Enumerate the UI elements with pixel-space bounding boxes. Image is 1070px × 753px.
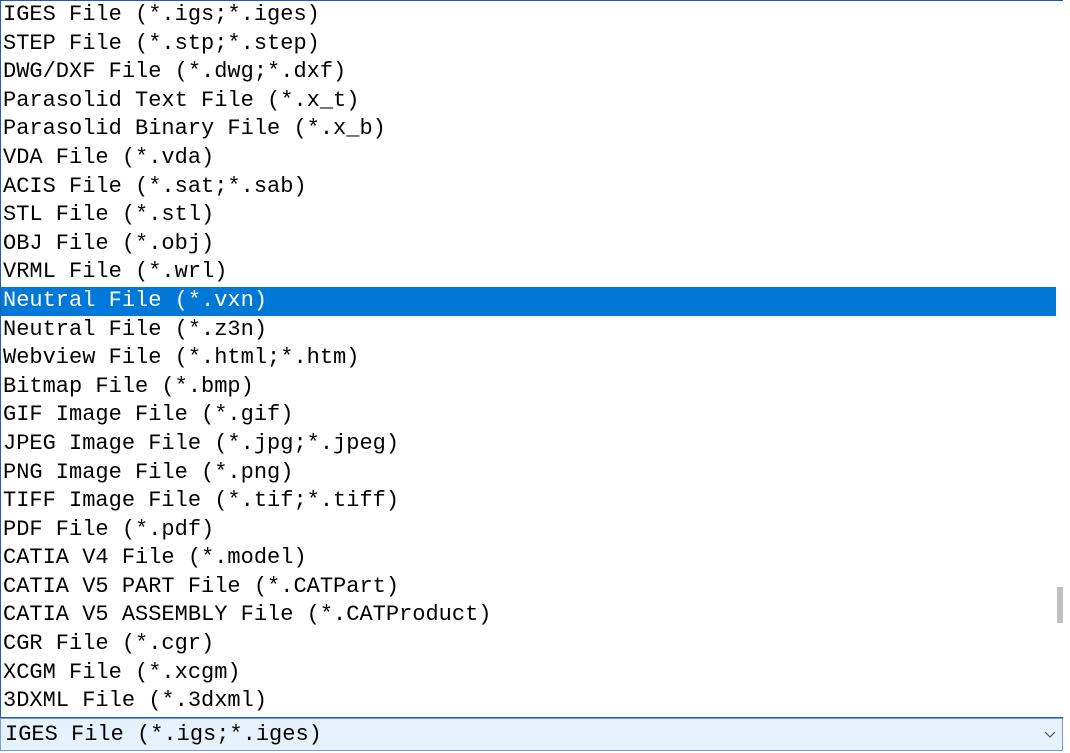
list-item[interactable]: CATIA V5 ASSEMBLY File (*.CATProduct) — [1, 601, 1056, 630]
list-item[interactable]: TIFF Image File (*.tif;*.tiff) — [1, 487, 1056, 516]
list-item[interactable]: ACIS File (*.sat;*.sab) — [1, 173, 1056, 202]
list-item[interactable]: JPEG Image File (*.jpg;*.jpeg) — [1, 430, 1056, 459]
combobox-selected-value: IGES File (*.igs;*.iges) — [1, 719, 1038, 750]
list-item[interactable]: CATIA V4 File (*.model) — [1, 544, 1056, 573]
list-item[interactable]: DWG/DXF File (*.dwg;*.dxf) — [1, 58, 1056, 87]
list-item[interactable]: Parasolid Binary File (*.x_b) — [1, 115, 1056, 144]
list-scroll-area: IGES File (*.igs;*.iges) STEP File (*.st… — [1, 1, 1056, 717]
list-item[interactable]: CGR File (*.cgr) — [1, 630, 1056, 659]
file-type-combobox[interactable]: IGES File (*.igs;*.iges) — [0, 718, 1063, 751]
list-item[interactable]: Bitmap File (*.bmp) — [1, 373, 1056, 402]
list-item[interactable]: PDF File (*.pdf) — [1, 516, 1056, 545]
scrollbar-track[interactable] — [1055, 1, 1063, 717]
list-item-selected[interactable]: Neutral File (*.vxn) — [1, 287, 1056, 316]
list-item[interactable]: IGES File (*.igs;*.iges) — [1, 1, 1056, 30]
list-item[interactable]: STL File (*.stl) — [1, 201, 1056, 230]
list-item[interactable]: PNG Image File (*.png) — [1, 459, 1056, 488]
file-type-dropdown-list[interactable]: IGES File (*.igs;*.iges) STEP File (*.st… — [0, 0, 1063, 718]
list-item[interactable]: VDA File (*.vda) — [1, 144, 1056, 173]
list-item[interactable]: OBJ File (*.obj) — [1, 230, 1056, 259]
list-item[interactable]: GIF Image File (*.gif) — [1, 401, 1056, 430]
list-item[interactable]: Parasolid Text File (*.x_t) — [1, 87, 1056, 116]
chevron-down-icon[interactable] — [1038, 719, 1062, 750]
scrollbar-thumb[interactable] — [1057, 587, 1063, 623]
list-item[interactable]: Webview File (*.html;*.htm) — [1, 344, 1056, 373]
list-item[interactable]: XCGM File (*.xcgm) — [1, 659, 1056, 688]
list-item[interactable]: 3DXML File (*.3dxml) — [1, 687, 1056, 716]
list-item[interactable]: CATIA V5 PART File (*.CATPart) — [1, 573, 1056, 602]
list-item[interactable]: Neutral File (*.z3n) — [1, 316, 1056, 345]
list-item[interactable]: VRML File (*.wrl) — [1, 258, 1056, 287]
list-item[interactable]: IFC File (*.ifc) — [1, 716, 1056, 717]
list-item[interactable]: STEP File (*.stp;*.step) — [1, 30, 1056, 59]
